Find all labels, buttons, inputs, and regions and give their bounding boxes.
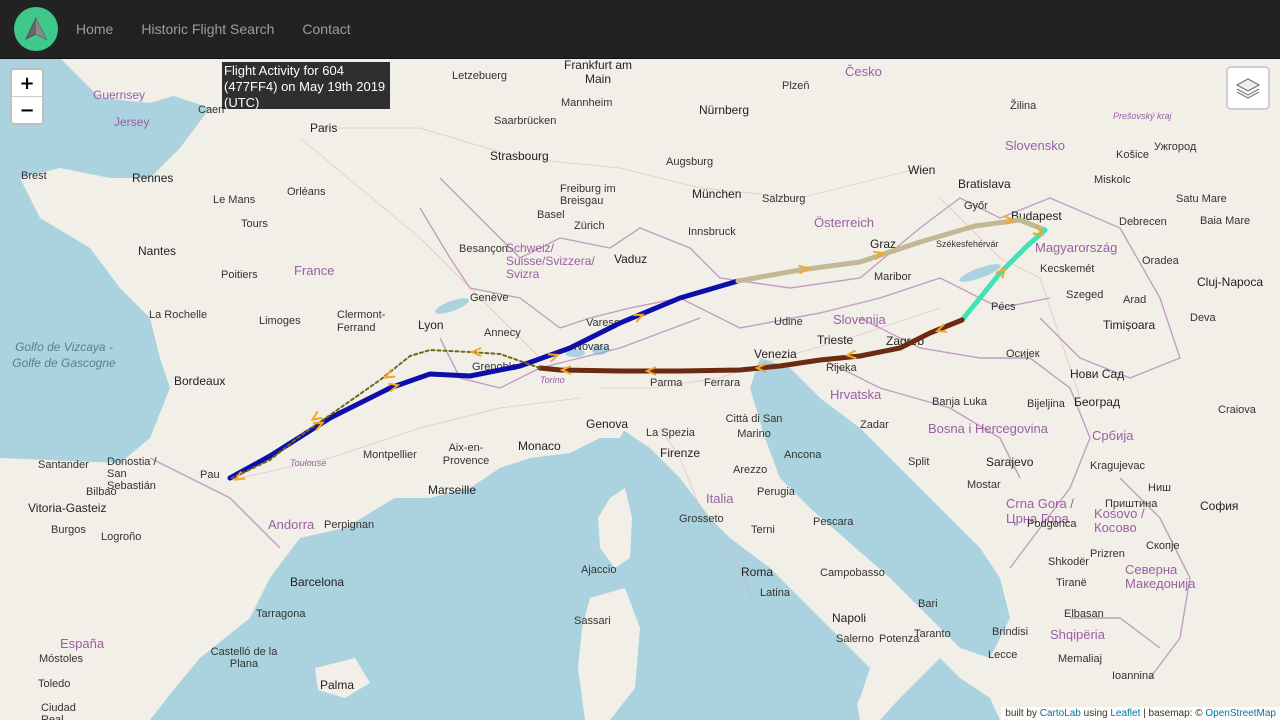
layers-button[interactable] — [1226, 66, 1270, 110]
route-segment-outbound[interactable] — [227, 278, 741, 481]
openstreetmap-link[interactable]: OpenStreetMap — [1205, 708, 1276, 719]
layers-icon — [1235, 78, 1261, 99]
flight-route[interactable] — [0, 58, 1280, 720]
nav-historic-flight-search-link[interactable]: Historic Flight Search — [141, 21, 274, 37]
zoom-out-button[interactable]: − — [12, 97, 42, 123]
nav-home-link[interactable]: Home — [76, 21, 113, 37]
zoom-in-button[interactable]: + — [12, 70, 42, 97]
map-attribution: built by CartoLab using Leaflet | basema… — [1001, 707, 1280, 720]
attribution-prefix: built by — [1005, 708, 1037, 719]
top-navbar: Home Historic Flight Search Contact — [0, 0, 1280, 59]
attribution-basemap: | basemap: © — [1143, 708, 1203, 719]
flight-title-box: Flight Activity for 604 (477FF4) on May … — [222, 62, 390, 110]
flight-map[interactable]: Česko France Schweiz/ Suisse/Svizzera/ S… — [0, 58, 1280, 720]
logo-icon[interactable] — [14, 7, 58, 51]
attribution-using: using — [1083, 708, 1108, 719]
nav-contact-link[interactable]: Contact — [302, 21, 350, 37]
zoom-control: + − — [10, 68, 44, 125]
route-segment-return[interactable] — [537, 317, 965, 374]
cartolab-link[interactable]: CartoLab — [1040, 708, 1081, 719]
leaflet-link[interactable]: Leaflet — [1110, 708, 1140, 719]
